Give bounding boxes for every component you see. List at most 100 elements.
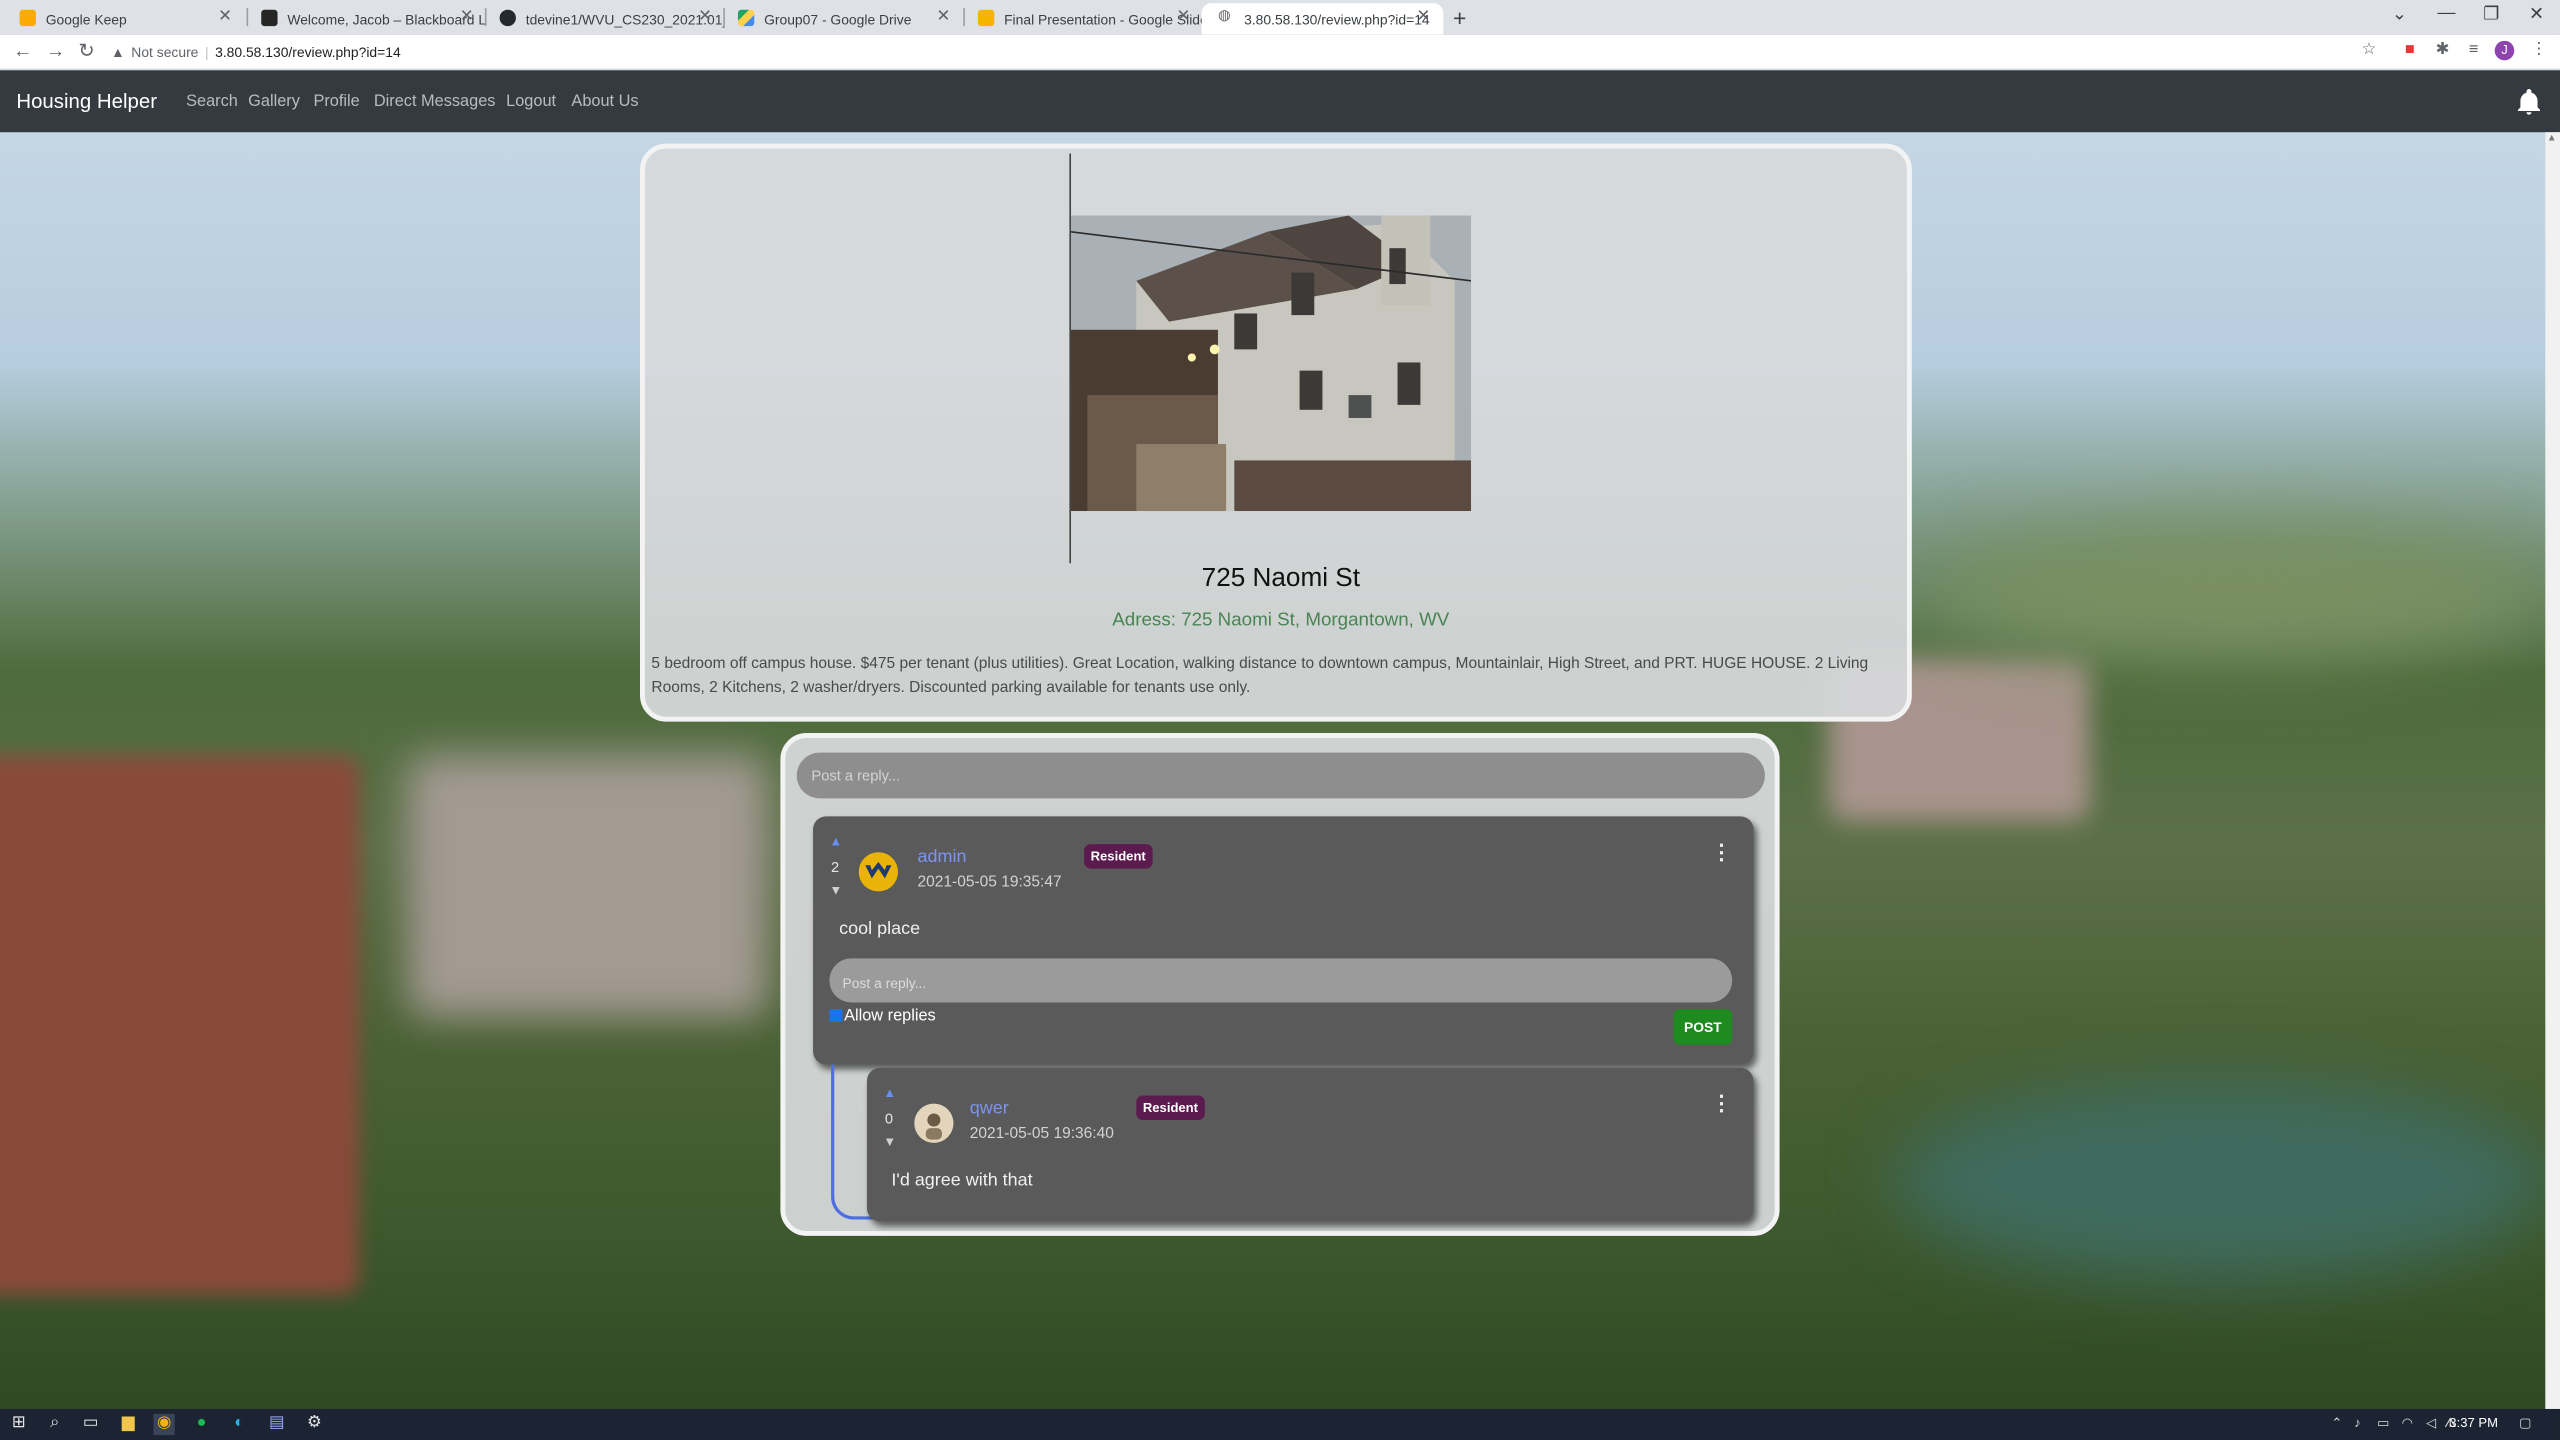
post-button[interactable]: POST: [1673, 1008, 1733, 1045]
comment-card: ▲ 2 ▼ admin 2021-05-05 19:35:47 Resident…: [813, 816, 1754, 1065]
reviews-card: Post a reply... ▲ 2 ▼ admin 2021-05-05 1…: [780, 733, 1780, 1236]
downvote-icon[interactable]: ▼: [883, 1135, 896, 1150]
avatar[interactable]: [858, 852, 898, 892]
window-close-button[interactable]: ✕: [2529, 3, 2544, 25]
blackboard-icon: [261, 9, 278, 27]
more-options-icon[interactable]: ⋮: [1711, 1091, 1732, 1117]
windows-start-icon[interactable]: ⊞: [8, 1414, 29, 1435]
comment-username[interactable]: admin: [918, 847, 967, 867]
listing-title: 725 Naomi St: [1201, 564, 1360, 593]
nav-link-profile[interactable]: Profile: [313, 93, 359, 111]
minimize-button[interactable]: —: [2438, 3, 2456, 23]
edge-icon[interactable]: ◐: [229, 1414, 250, 1435]
avatar[interactable]: [914, 1103, 954, 1143]
upvote-icon[interactable]: ▲: [883, 1086, 896, 1101]
tab-title: Final Presentation - Google Slide: [1004, 11, 1204, 28]
screen: Google Keep ✕ Welcome, Jacob – Blackboar…: [0, 0, 2560, 1440]
tab-search-icon[interactable]: ⌄: [2392, 3, 2407, 25]
new-tab-button[interactable]: +: [1453, 5, 1466, 31]
tab-title: Google Keep: [45, 11, 127, 28]
notifications-icon[interactable]: ▢: [2519, 1416, 2531, 1431]
windows-taskbar: ⊞ ⌕ ▭ ▆ ◉ ● ◐ ▤ ⚙ ⌃ ♪ ▭ ◠ ◁ ᗑ 3:37 PM ▢: [0, 1408, 2560, 1440]
vote-count: 0: [884, 1110, 894, 1127]
tab-title: tdevine1/WVU_CS230_2021.01_G: [525, 11, 725, 28]
tray-chevron-icon[interactable]: ⌃: [2331, 1416, 2342, 1431]
browser-tab[interactable]: Welcome, Jacob – Blackboard Le ✕: [245, 3, 487, 34]
globe-icon: ◍: [1217, 6, 1231, 23]
tab-title: 3.80.58.130/review.php?id=14: [1244, 11, 1430, 28]
media-controls-icon[interactable]: ≡: [2464, 41, 2484, 61]
close-icon[interactable]: ✕: [937, 8, 951, 26]
reload-icon[interactable]: ↻: [78, 39, 94, 62]
site-brand[interactable]: Housing Helper: [16, 90, 157, 113]
browser-tab[interactable]: Final Presentation - Google Slide ✕: [962, 3, 1204, 34]
comment-text: I'd agree with that: [891, 1170, 1033, 1191]
bookmark-star-icon[interactable]: ☆: [2359, 41, 2379, 61]
checkbox-checked-icon[interactable]: [829, 1008, 843, 1023]
nav-link-about-us[interactable]: About Us: [571, 93, 638, 111]
browser-menu-icon[interactable]: ⋮: [2529, 41, 2549, 61]
file-explorer-icon[interactable]: ▆: [118, 1414, 139, 1435]
vote-count: 2: [831, 858, 840, 876]
extension-icon[interactable]: ■: [2400, 41, 2420, 61]
bell-icon[interactable]: [2514, 87, 2543, 116]
extensions-puzzle-icon[interactable]: ✱: [2433, 41, 2453, 61]
wifi-icon[interactable]: ◠: [2402, 1416, 2413, 1431]
nav-link-direct-messages[interactable]: Direct Messages: [374, 93, 496, 111]
browser-toolbar: ← → ↻ ▲ Not secure | 3.80.58.130/review.php…: [0, 34, 2560, 71]
profile-avatar[interactable]: J: [2494, 40, 2515, 61]
search-icon[interactable]: ⌕: [44, 1414, 65, 1435]
warning-icon: ▲: [111, 44, 125, 61]
close-icon[interactable]: ✕: [460, 8, 474, 26]
allow-replies-label: Allow replies: [844, 1007, 936, 1026]
microphone-icon[interactable]: ♪: [2354, 1416, 2361, 1431]
security-label: Not secure: [131, 44, 199, 61]
google-slides-icon: [977, 9, 995, 27]
taskbar-clock[interactable]: 3:37 PM: [2449, 1416, 2498, 1431]
nav-link-search[interactable]: Search: [186, 93, 238, 111]
downvote-icon[interactable]: ▼: [829, 883, 842, 898]
post-reply-input[interactable]: Post a reply...: [796, 752, 1765, 799]
battery-icon[interactable]: ▭: [2377, 1416, 2389, 1431]
page-scrollbar[interactable]: ▲: [2545, 132, 2560, 1409]
chrome-icon[interactable]: ◉: [153, 1413, 175, 1436]
comment-username[interactable]: qwer: [970, 1099, 1009, 1119]
nav-link-gallery[interactable]: Gallery: [248, 93, 300, 111]
page-viewport: Housing Helper Search Gallery Profile Di…: [0, 70, 2560, 1409]
allow-replies-checkbox[interactable]: Allow replies: [829, 1007, 936, 1026]
address-bar[interactable]: ▲ Not secure | 3.80.58.130/review.php?id=14: [111, 39, 2380, 65]
more-options-icon[interactable]: ⋮: [1711, 839, 1732, 865]
post-reply-input[interactable]: Post a reply...: [829, 958, 1733, 1003]
browser-tab[interactable]: Google Keep ✕: [3, 3, 245, 34]
url-text: 3.80.58.130/review.php?id=14: [215, 44, 401, 61]
google-keep-icon: [19, 9, 36, 27]
listing-photo[interactable]: [1071, 215, 1472, 512]
restore-button[interactable]: ❐: [2483, 3, 2499, 25]
browser-tab-active[interactable]: ◍ 3.80.58.130/review.php?id=14 ✕: [1201, 3, 1444, 35]
browser-tab[interactable]: tdevine1/WVU_CS230_2021.01_G ✕: [483, 3, 725, 34]
comment-timestamp: 2021-05-05 19:36:40: [969, 1124, 1114, 1143]
status-badge: Resident: [1084, 844, 1153, 869]
tab-title: Group07 - Google Drive: [764, 11, 912, 28]
comment-timestamp: 2021-05-05 19:35:47: [917, 873, 1062, 892]
upvote-icon[interactable]: ▲: [829, 834, 842, 849]
spotify-icon[interactable]: ●: [191, 1414, 212, 1435]
forward-icon[interactable]: →: [46, 39, 66, 62]
settings-icon[interactable]: ⚙: [304, 1414, 325, 1435]
browser-tab[interactable]: Group07 - Google Drive ✕: [722, 3, 964, 34]
close-icon[interactable]: ✕: [1177, 8, 1191, 26]
close-icon[interactable]: ✕: [698, 8, 712, 26]
github-icon: [499, 9, 516, 27]
close-icon[interactable]: ✕: [1417, 8, 1431, 26]
app-icon[interactable]: ▤: [266, 1414, 287, 1435]
nav-link-logout[interactable]: Logout: [506, 93, 556, 111]
task-view-icon[interactable]: ▭: [80, 1414, 101, 1435]
reply-card: ▲ 0 ▼ qwer 2021-05-05 19:36:40 Resident …: [866, 1067, 1754, 1222]
status-badge: Resident: [1136, 1095, 1205, 1120]
volume-icon[interactable]: ◁: [2426, 1416, 2436, 1431]
close-icon[interactable]: ✕: [218, 8, 232, 26]
scroll-up-icon[interactable]: ▲: [2547, 134, 2557, 144]
tab-title: Welcome, Jacob – Blackboard Le: [287, 11, 487, 28]
back-icon[interactable]: ←: [13, 39, 33, 62]
comment-text: cool place: [839, 919, 921, 939]
